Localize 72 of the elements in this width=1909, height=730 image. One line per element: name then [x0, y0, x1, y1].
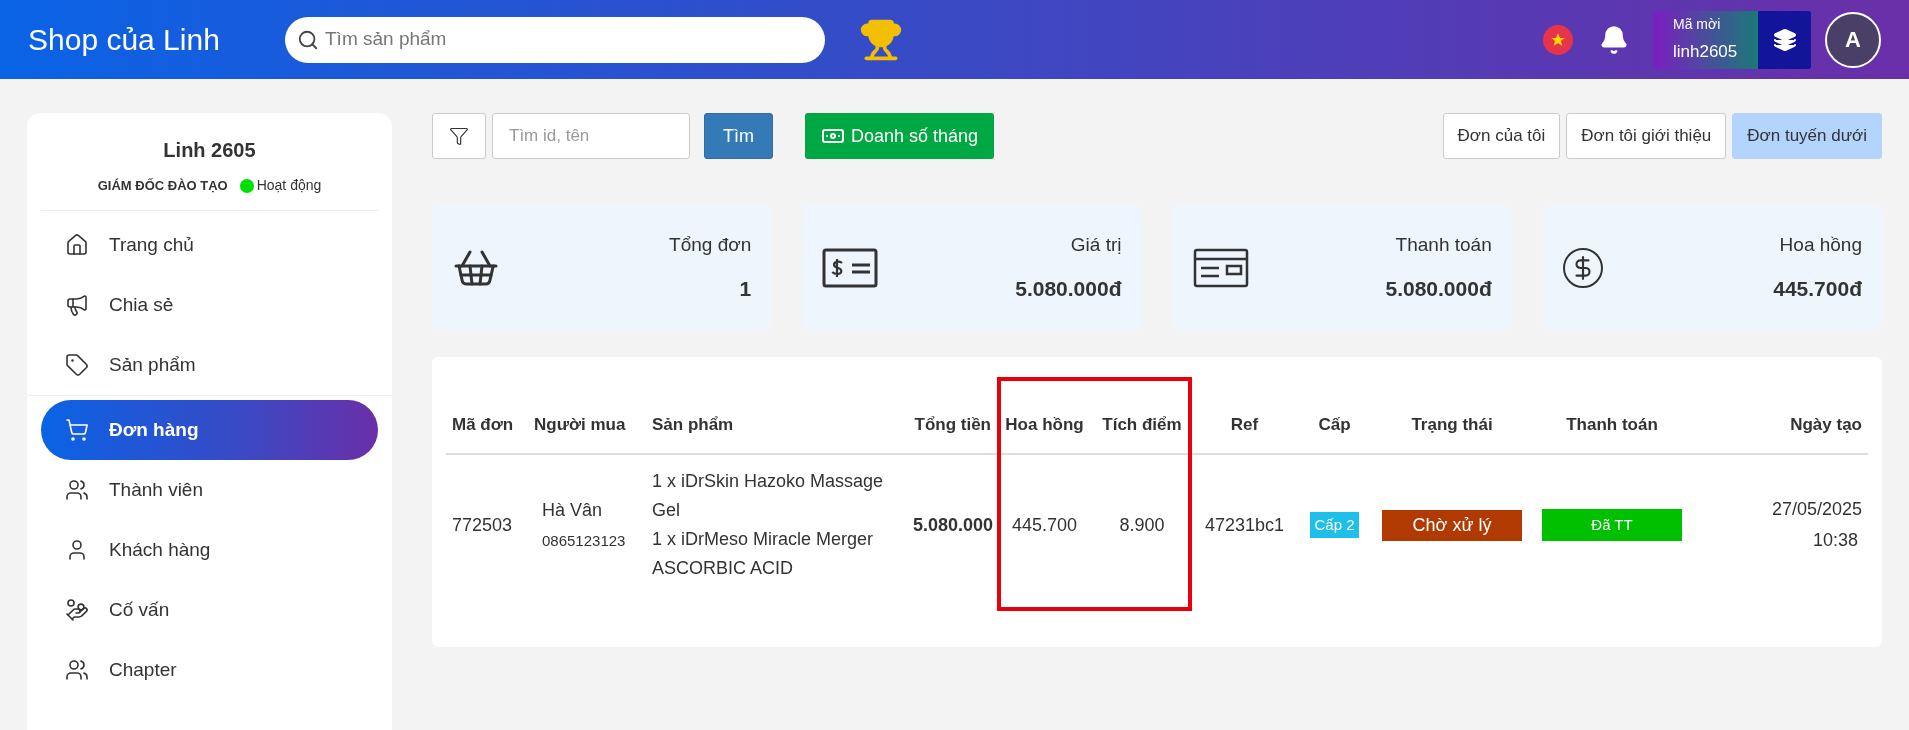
sidebar-item[interactable]: Cố vấn	[41, 580, 378, 640]
sidebar-item[interactable]: Chapter	[41, 640, 378, 700]
invite-code: linh2605	[1673, 41, 1738, 64]
sidebar-item[interactable]: Khách hàng	[41, 520, 378, 580]
stat-label: Hoa hồng	[1779, 232, 1862, 257]
hand-coin-icon	[65, 598, 89, 622]
column-header: Cấp	[1318, 414, 1351, 437]
sidebar-item[interactable]: Sản phẩm	[41, 335, 378, 395]
order-id: 772503	[452, 513, 513, 537]
status-badge: Chờ xử lý	[1382, 509, 1522, 541]
megaphone-icon	[65, 293, 89, 317]
people-icon	[65, 658, 89, 682]
column-header: Người mua	[534, 414, 626, 437]
status-label: Hoạt động	[256, 176, 322, 195]
sidebar-item[interactable]: Trang chủ	[41, 215, 378, 275]
order-total: 5.080.000	[912, 513, 993, 537]
dollar-coin-icon	[1562, 247, 1603, 288]
stat-label: Thanh toán	[1395, 232, 1492, 257]
product-line: 1 x iDrMeso Miracle Merger ASCORBIC ACID	[652, 528, 875, 580]
commission: 445.700	[1011, 513, 1078, 537]
level-badge: Cấp 2	[1310, 511, 1359, 539]
points: 8.900	[1119, 513, 1165, 537]
search-icon	[297, 28, 319, 51]
stat-value: 5.080.000đ	[1385, 276, 1492, 302]
cart-icon	[65, 418, 89, 442]
profile-name: Linh 2605	[163, 138, 256, 163]
filter-icon	[449, 126, 469, 146]
column-header: Trạng thái	[1411, 414, 1493, 437]
buyer-phone: 0865123123	[542, 531, 627, 552]
order-tab[interactable]: Đơn tôi giới thiệu	[1566, 113, 1727, 159]
trophy-icon[interactable]	[859, 17, 903, 62]
column-header: Sản phẩm	[652, 414, 734, 437]
created-time: 10:38	[1812, 529, 1859, 552]
search-button[interactable]: Tìm	[704, 113, 773, 159]
payment-badge: Đã TT	[1542, 508, 1682, 542]
column-header: Tích điểm	[1102, 414, 1182, 437]
house-icon	[65, 233, 89, 257]
money-card-icon	[822, 247, 879, 288]
avatar[interactable]: A	[1825, 11, 1881, 68]
column-header: Thanh toán	[1566, 414, 1658, 437]
bell-icon[interactable]	[1599, 24, 1629, 55]
order-tab[interactable]: Đơn của tôi	[1442, 113, 1561, 159]
id-name-search-field[interactable]: Tìm id, tên	[492, 113, 690, 159]
card-icon	[1192, 247, 1249, 288]
column-header: Mã đơn	[452, 414, 514, 437]
invite-label: Mã mời	[1673, 15, 1722, 35]
sidebar-item[interactable]: Chia sẻ	[41, 275, 378, 335]
sidebar-item[interactable]: Đơn hàng	[41, 400, 378, 460]
layers-icon	[1772, 27, 1797, 52]
created-date: 27/05/2025	[1771, 498, 1862, 521]
buyer-name: Hà Vân	[542, 499, 604, 523]
product-search-field[interactable]: Tìm sản phẩm	[285, 16, 825, 63]
column-header: Tổng tiền	[914, 414, 991, 437]
flag-icon[interactable]	[1543, 24, 1573, 55]
shop-title: Shop của Linh	[28, 22, 221, 58]
product-search-input[interactable]: Tìm sản phẩm	[325, 25, 813, 54]
column-header: Ngày tạo	[1790, 414, 1862, 437]
product-line: 1 x iDrSkin Hazoko Massage Gel	[652, 470, 885, 522]
column-header: Hoa hồng	[1005, 414, 1084, 437]
tag-icon	[65, 353, 89, 377]
stat-value: 1	[739, 276, 752, 302]
filter-button[interactable]	[432, 113, 486, 159]
stat-value: 445.700đ	[1773, 276, 1862, 302]
profile-role: GIÁM ĐỐC ĐÀO TẠO	[97, 176, 228, 195]
stat-label: Tổng đơn	[669, 232, 752, 257]
stat-label: Giá trị	[1070, 232, 1122, 257]
people-icon	[65, 478, 89, 502]
column-header: Ref	[1230, 414, 1259, 437]
ref-code: 47231bc1	[1204, 513, 1285, 537]
stat-value: 5.080.000đ	[1015, 276, 1122, 302]
sidebar-item[interactable]: Thành viên	[41, 460, 378, 520]
order-tab[interactable]: Đơn tuyến dưới	[1732, 113, 1882, 159]
